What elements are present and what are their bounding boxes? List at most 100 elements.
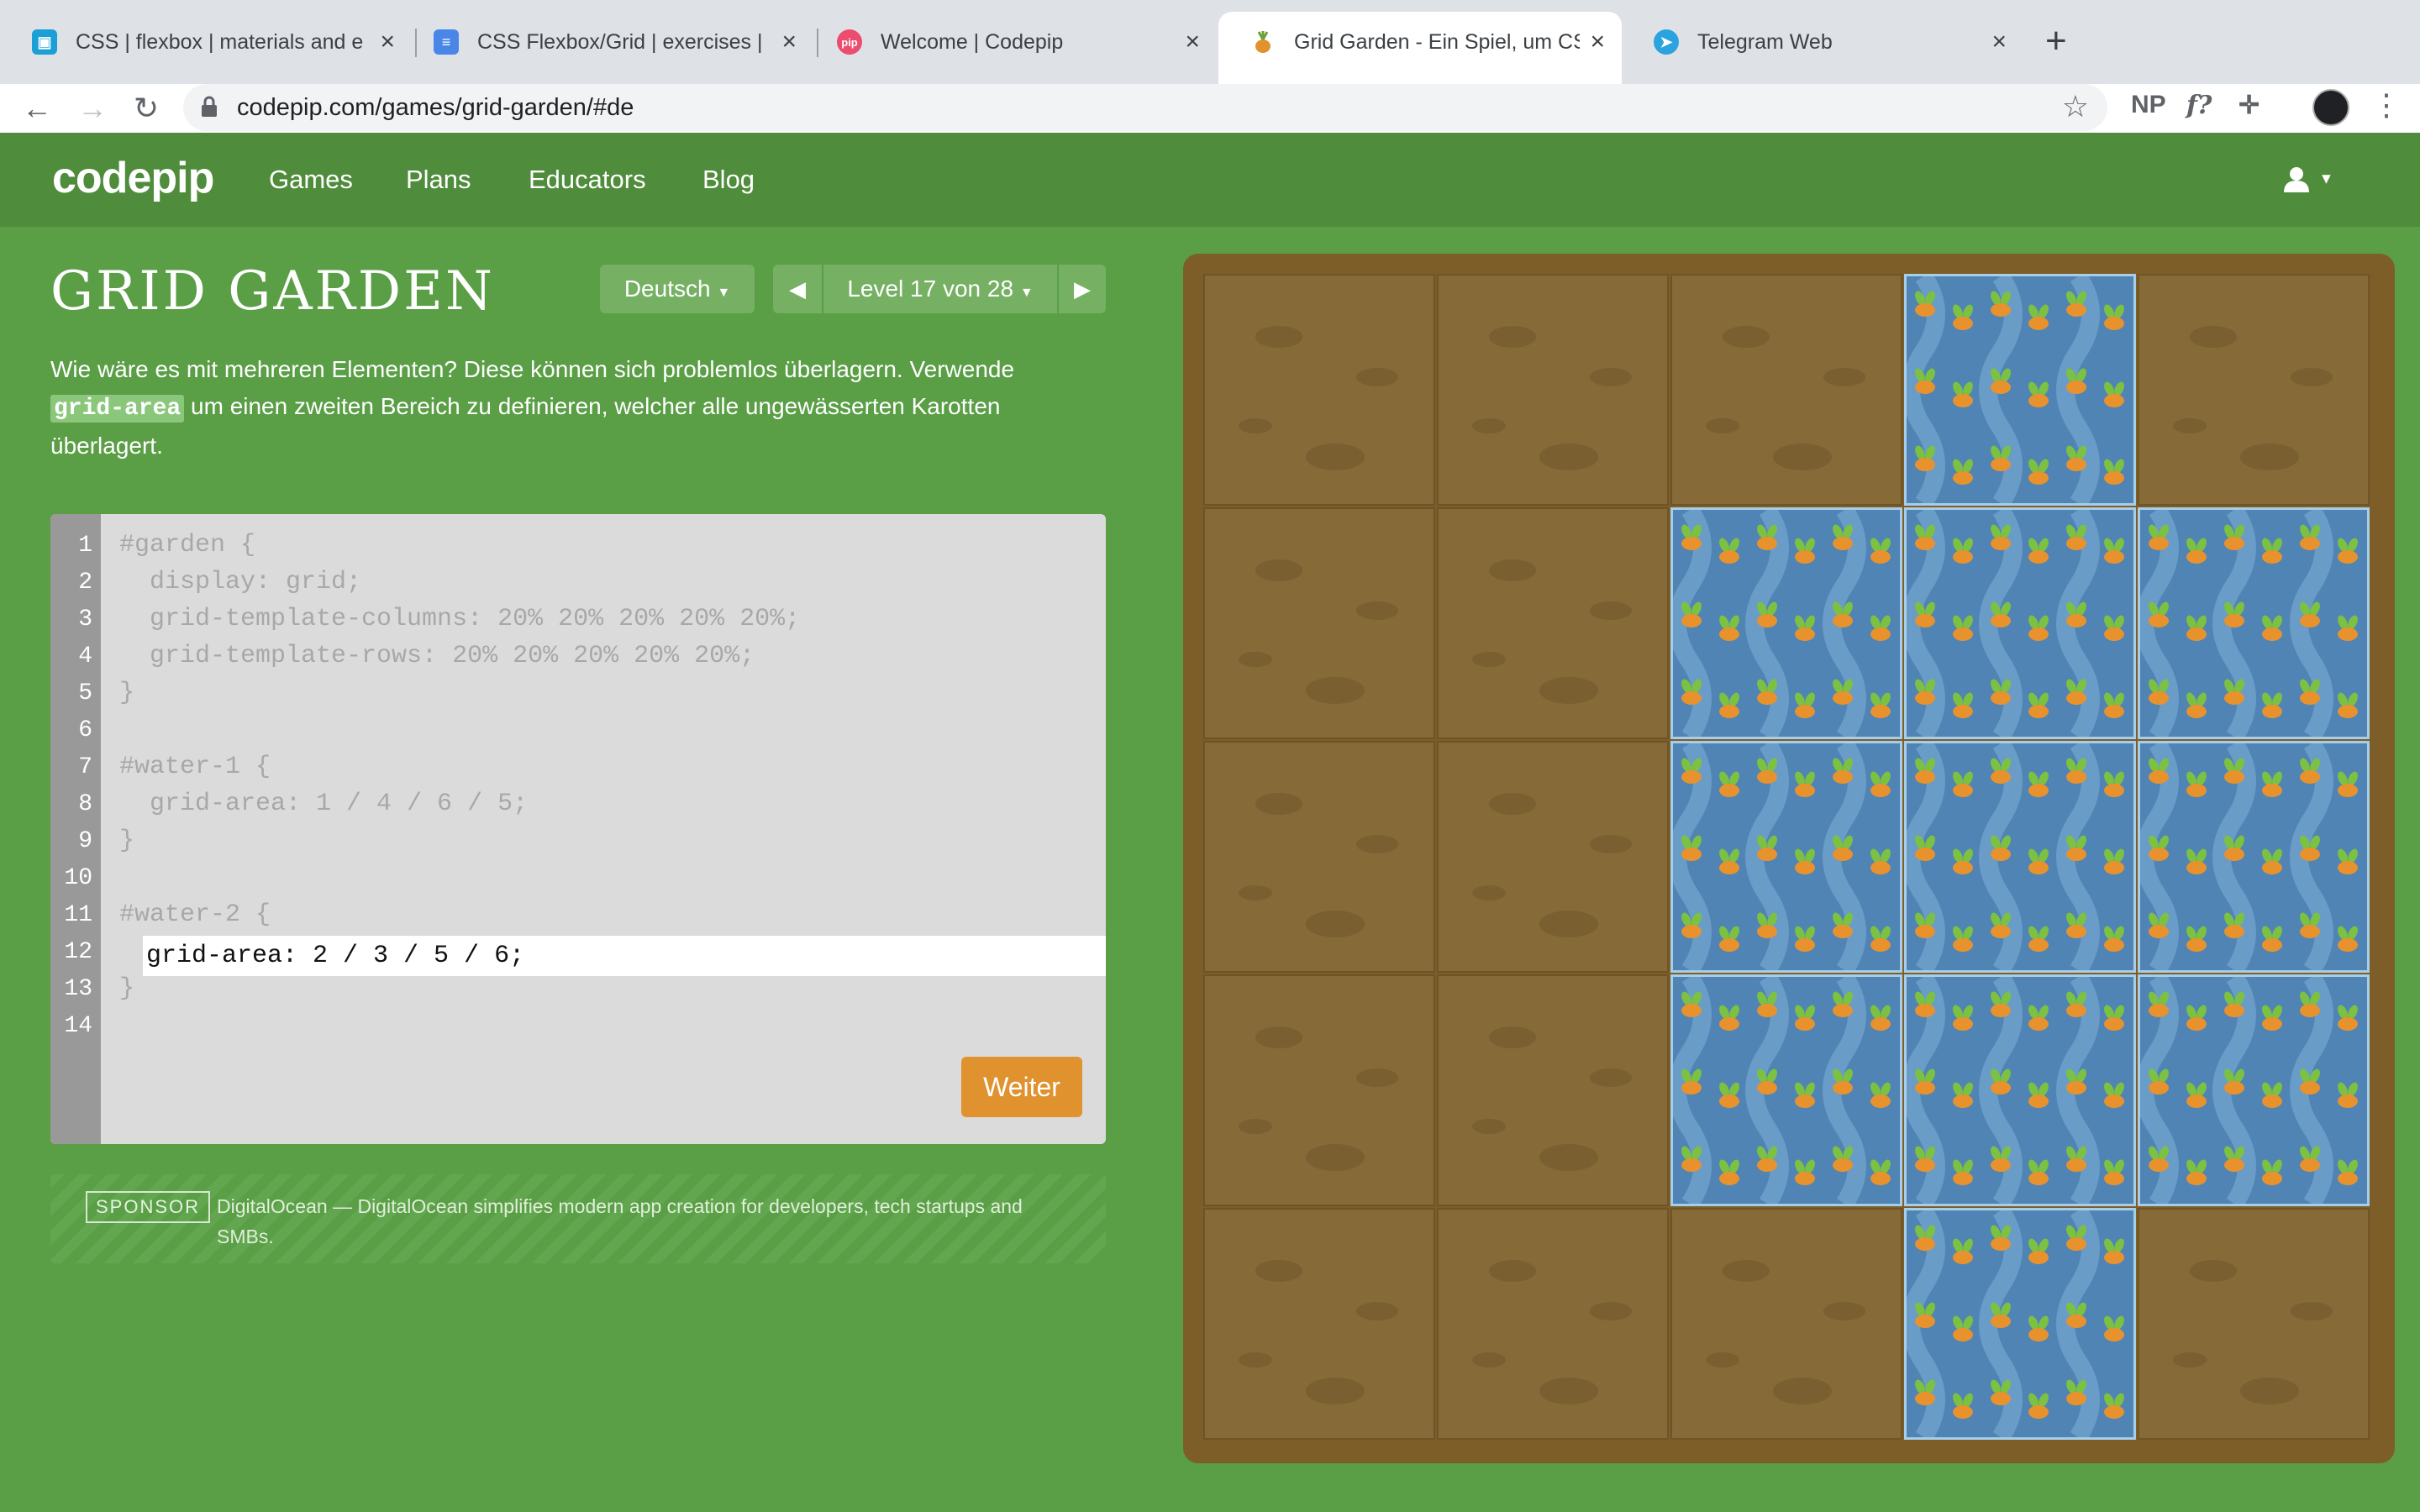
extension-font-icon[interactable]: f? <box>2186 91 2212 120</box>
line-number: 1 <box>78 533 92 559</box>
dirt-texture <box>1539 911 1598 937</box>
new-tab-button[interactable]: + <box>2045 20 2067 62</box>
close-icon[interactable]: × <box>781 28 797 56</box>
extension-np-icon[interactable]: NP <box>2131 91 2166 119</box>
tab-flexbox-exercises[interactable]: ≡ CSS Flexbox/Grid | exercises | × <box>402 12 813 72</box>
triangle-right-icon: ▶ <box>1074 276 1091 302</box>
carrot-patch-icon <box>1668 971 1891 1210</box>
watered-cell <box>1668 971 1902 1210</box>
game-title: GRID GARDEN <box>50 260 495 323</box>
instructions-text: um einen zweiten Bereich zu definieren, … <box>50 393 1001 459</box>
dirt-texture <box>1255 1260 1302 1282</box>
dirt-cell <box>1437 274 1669 506</box>
submit-button[interactable]: Weiter <box>961 1057 1082 1117</box>
dirt-cell <box>1437 507 1669 739</box>
dirt-texture <box>1472 652 1506 667</box>
nav-educators[interactable]: Educators <box>529 165 646 195</box>
codepip-logo[interactable]: codepip <box>52 153 214 203</box>
dirt-texture <box>1539 1144 1598 1171</box>
level-select[interactable]: Level 17 von 28 ▼ <box>823 265 1057 313</box>
watered-cell <box>1668 504 1902 743</box>
dirt-texture <box>1356 1302 1398 1320</box>
dirt-texture <box>2190 1260 2237 1282</box>
carrot-icon <box>1250 29 1276 55</box>
watered-cell <box>2135 971 2370 1210</box>
line-number: 9 <box>78 828 92 854</box>
dirt-texture <box>1239 652 1272 667</box>
dirt-texture <box>1255 559 1302 581</box>
dirt-texture <box>1472 1119 1506 1134</box>
line-number: 6 <box>78 717 92 743</box>
watered-cell <box>1902 738 2136 976</box>
nav-blog[interactable]: Blog <box>702 165 755 195</box>
bookmark-star-icon[interactable]: ☆ <box>2062 89 2089 124</box>
menu-kebab-icon[interactable]: ⋮ <box>2371 87 2402 123</box>
dirt-texture <box>1823 1302 1865 1320</box>
dirt-texture <box>1489 1026 1536 1048</box>
tab-title: CSS Flexbox/Grid | exercises | <box>477 29 763 54</box>
dirt-texture <box>1239 885 1272 900</box>
nav-games[interactable]: Games <box>269 165 353 195</box>
line-number: 3 <box>78 606 92 633</box>
css-code-input[interactable] <box>143 936 1106 976</box>
dirt-texture <box>2291 1302 2333 1320</box>
triangle-left-icon: ◀ <box>789 276 806 302</box>
profile-avatar[interactable] <box>2312 89 2349 126</box>
dirt-texture <box>2240 1378 2299 1404</box>
carrot-patch-icon <box>2135 738 2358 976</box>
dirt-texture <box>1539 677 1598 704</box>
tab-codepip-welcome[interactable]: pip Welcome | Codepip × <box>805 12 1217 72</box>
address-bar[interactable]: codepip.com/games/grid-garden/#de ☆ <box>183 84 2107 131</box>
code-editor: 1 2 3 4 5 6 7 8 9 10 11 12 13 14 #garden… <box>50 514 1106 1144</box>
previous-level-button[interactable]: ◀ <box>773 265 822 313</box>
dirt-texture <box>1356 1068 1398 1087</box>
dirt-texture <box>1723 1260 1770 1282</box>
close-icon[interactable]: × <box>380 28 395 56</box>
browser-toolbar: ← → ↻ codepip.com/games/grid-garden/#de … <box>0 84 2420 134</box>
dirt-cell <box>1203 974 1435 1206</box>
dirt-texture <box>1472 418 1506 433</box>
chevron-down-icon: ▼ <box>2318 170 2334 187</box>
code-line: } <box>119 974 135 1003</box>
watered-cell <box>1902 971 2136 1210</box>
tab-telegram[interactable]: ➤ Telegram Web × <box>1622 12 2023 72</box>
dirt-cell <box>1437 974 1669 1206</box>
reload-icon[interactable]: ↻ <box>126 87 166 129</box>
chevron-down-icon: ▼ <box>717 286 731 300</box>
carrot-patch-icon <box>1668 504 1891 743</box>
nav-plans[interactable]: Plans <box>406 165 471 195</box>
dirt-texture <box>1472 1352 1506 1368</box>
watered-cell <box>1668 738 1902 976</box>
dirt-cell <box>1670 1208 1902 1440</box>
dirt-texture <box>2291 368 2333 386</box>
dirt-texture <box>1356 835 1398 853</box>
dirt-texture <box>1306 911 1365 937</box>
dirt-texture <box>1306 1378 1365 1404</box>
carrot-patch-icon <box>1902 504 2124 743</box>
dirt-texture <box>2240 444 2299 470</box>
line-number: 2 <box>78 570 92 596</box>
line-number: 10 <box>64 865 92 891</box>
close-icon[interactable]: × <box>1991 28 2007 56</box>
sponsor-banner[interactable]: SPONSOR DigitalOcean — DigitalOcean simp… <box>50 1174 1106 1263</box>
code-line: } <box>119 827 135 855</box>
close-icon[interactable]: × <box>1185 28 1200 56</box>
user-icon <box>2284 167 2309 193</box>
language-select[interactable]: Deutsch ▼ <box>600 265 755 313</box>
close-icon[interactable]: × <box>1590 28 1605 56</box>
dirt-texture <box>1723 326 1770 348</box>
extension-measure-icon[interactable]: ✛ <box>2238 91 2260 120</box>
forward-icon[interactable]: → <box>72 87 113 129</box>
dirt-texture <box>1255 326 1302 348</box>
back-icon[interactable]: ← <box>17 87 57 129</box>
code-keyword: grid-area <box>50 395 185 423</box>
tab-flexbox-materials[interactable]: ▣ CSS | flexbox | materials and e × <box>0 12 412 72</box>
carrot-patch-icon <box>1902 738 2124 976</box>
tab-grid-garden[interactable]: Grid Garden - Ein Spiel, um CS × <box>1218 12 1622 84</box>
next-level-button[interactable]: ▶ <box>1059 265 1106 313</box>
sponsor-text: DigitalOcean — DigitalOcean simplifies m… <box>217 1195 1023 1247</box>
carrot-patch-icon <box>1902 971 2124 1210</box>
user-menu[interactable]: ▼ <box>2282 161 2333 194</box>
carrot-patch-icon <box>2135 971 2358 1210</box>
dirt-texture <box>1773 1378 1832 1404</box>
